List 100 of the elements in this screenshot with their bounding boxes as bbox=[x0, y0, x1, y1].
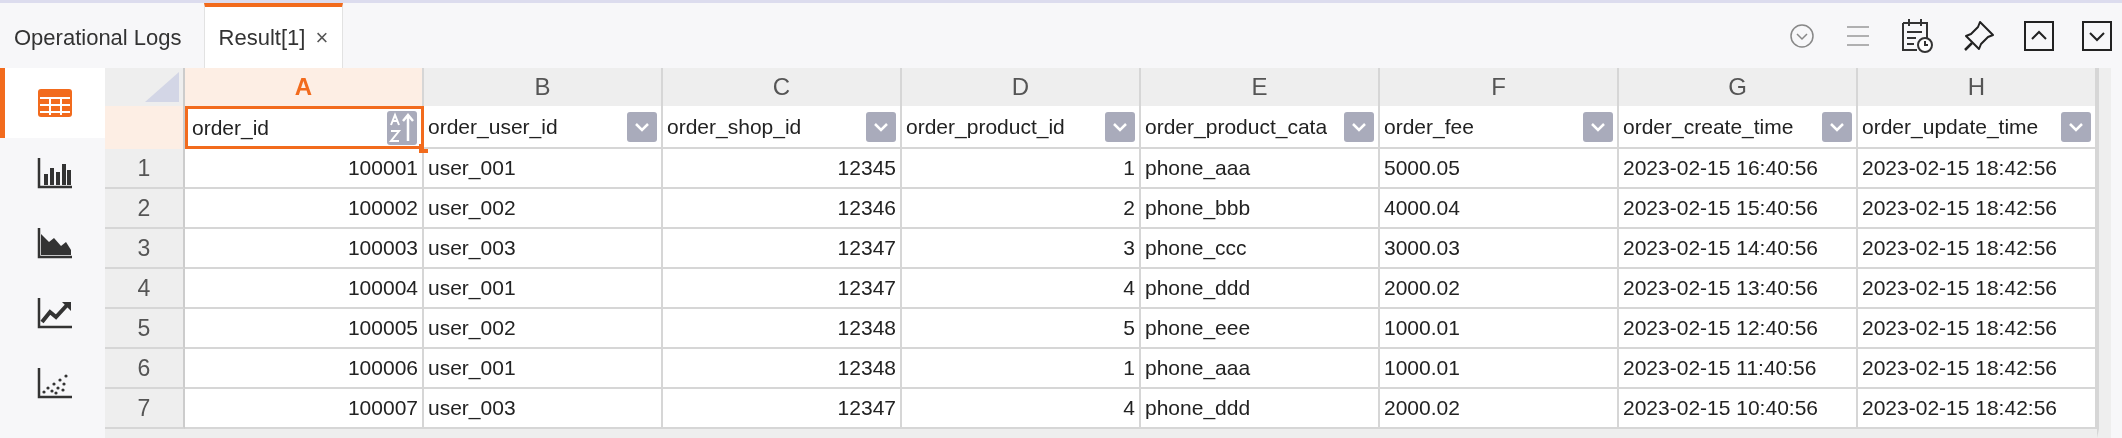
table-cell: 4 bbox=[902, 389, 1141, 429]
close-icon[interactable]: × bbox=[315, 24, 329, 51]
table-cell: phone_ddd bbox=[1141, 269, 1380, 309]
column-letter[interactable]: F bbox=[1380, 68, 1619, 106]
table-cell: user_001 bbox=[424, 269, 663, 309]
table-cell: 4000.04 bbox=[1380, 189, 1619, 229]
column-letter[interactable]: E bbox=[1141, 68, 1380, 106]
column-letter[interactable]: B bbox=[424, 68, 663, 106]
table-cell: phone_ccc bbox=[1141, 229, 1380, 269]
table-cell: 2000.02 bbox=[1380, 269, 1619, 309]
row-number[interactable]: 6 bbox=[105, 349, 185, 389]
row-number[interactable]: 3 bbox=[105, 229, 185, 269]
column-header[interactable]: order_shop_id bbox=[663, 106, 902, 149]
table-cell: user_003 bbox=[424, 229, 663, 269]
column-menu-button[interactable] bbox=[1344, 111, 1374, 142]
table-cell: 4 bbox=[902, 269, 1141, 309]
column-letter[interactable]: H bbox=[1858, 68, 2097, 106]
table-cell: 2023-02-15 11:40:56 bbox=[1619, 349, 1858, 389]
column-letter[interactable]: C bbox=[663, 68, 902, 106]
table-cell: 12348 bbox=[663, 309, 902, 349]
pin-icon[interactable] bbox=[1962, 18, 1996, 53]
table-cell: user_003 bbox=[424, 389, 663, 429]
row-number[interactable]: 5 bbox=[105, 309, 185, 349]
table-cell: 12346 bbox=[663, 189, 902, 229]
table-cell: phone_eee bbox=[1141, 309, 1380, 349]
row-number[interactable]: 2 bbox=[105, 189, 185, 229]
sort-icon[interactable] bbox=[387, 110, 417, 145]
table-cell: 2023-02-15 16:40:56 bbox=[1619, 149, 1858, 189]
chevron-down-icon bbox=[1828, 120, 1846, 133]
table-cell: 12345 bbox=[663, 149, 902, 189]
column-header[interactable]: order_create_time bbox=[1619, 106, 1858, 149]
table-cell: 1 bbox=[902, 349, 1141, 389]
column-header[interactable]: order_user_id bbox=[424, 106, 663, 149]
row-number[interactable]: 7 bbox=[105, 389, 185, 429]
column-header[interactable]: order_fee bbox=[1380, 106, 1619, 149]
table-cell: 100006 bbox=[185, 349, 424, 389]
tab[interactable]: Result[1] × bbox=[203, 3, 344, 68]
table-cell: phone_bbb bbox=[1141, 189, 1380, 229]
table-cell: 100003 bbox=[185, 229, 424, 269]
chevron-down-icon bbox=[872, 120, 890, 133]
view-switch[interactable] bbox=[0, 68, 105, 138]
table-cell: 100007 bbox=[185, 389, 424, 429]
table-cell: 2023-02-15 10:40:56 bbox=[1619, 389, 1858, 429]
column-menu-button[interactable] bbox=[2061, 111, 2091, 142]
scatter-chart-icon bbox=[36, 366, 74, 400]
table-cell: 1000.01 bbox=[1380, 349, 1619, 389]
chevron-down-icon bbox=[2067, 120, 2085, 133]
table-cell: 3 bbox=[902, 229, 1141, 269]
table-cell: 1000.01 bbox=[1380, 309, 1619, 349]
table-cell: 100004 bbox=[185, 269, 424, 309]
table-cell: 1 bbox=[902, 149, 1141, 189]
table-cell: phone_aaa bbox=[1141, 349, 1380, 389]
chevron-down-icon bbox=[1111, 120, 1129, 133]
table-cell: 2000.02 bbox=[1380, 389, 1619, 429]
table-cell: 12347 bbox=[663, 229, 902, 269]
bar-chart-icon bbox=[36, 156, 74, 190]
table-cell: 5000.05 bbox=[1380, 149, 1619, 189]
vertical-scrollbar[interactable] bbox=[2097, 68, 2111, 438]
table-cell: 2023-02-15 14:40:56 bbox=[1619, 229, 1858, 269]
table-cell: 12347 bbox=[663, 389, 902, 429]
table-cell: 5 bbox=[902, 309, 1141, 349]
column-menu-button[interactable] bbox=[866, 111, 896, 142]
table-cell: 2023-02-15 13:40:56 bbox=[1619, 269, 1858, 309]
table-cell: 100001 bbox=[185, 149, 424, 189]
row-number[interactable]: 1 bbox=[105, 149, 185, 189]
column-header[interactable]: order_product_id bbox=[902, 106, 1141, 149]
line-chart-icon bbox=[36, 296, 74, 330]
table-cell: user_001 bbox=[424, 149, 663, 189]
column-menu-button[interactable] bbox=[1822, 111, 1852, 142]
table-cell: user_001 bbox=[424, 349, 663, 389]
collapse-up-icon[interactable] bbox=[2024, 20, 2054, 51]
tab[interactable]: Operational Logs bbox=[0, 3, 196, 68]
calendar-clock-icon[interactable] bbox=[1900, 17, 1934, 54]
column-menu-button[interactable] bbox=[1583, 111, 1613, 142]
table-cell: 2023-02-15 15:40:56 bbox=[1619, 189, 1858, 229]
table-cell: user_002 bbox=[424, 189, 663, 229]
table-cell: 100005 bbox=[185, 309, 424, 349]
column-header[interactable]: order_product_cata bbox=[1141, 106, 1380, 149]
chevron-down-icon bbox=[633, 120, 651, 133]
area-chart-icon bbox=[36, 226, 74, 260]
chevron-down-icon bbox=[1350, 120, 1368, 133]
expand-down-icon[interactable] bbox=[2082, 20, 2112, 51]
column-menu-button[interactable] bbox=[627, 111, 657, 142]
column-header[interactable]: order_update_time bbox=[1858, 106, 2097, 149]
chevron-circle-icon[interactable] bbox=[1788, 21, 1816, 50]
table-cell: 2 bbox=[902, 189, 1141, 229]
column-menu-button[interactable] bbox=[1105, 111, 1135, 142]
column-letter[interactable]: D bbox=[902, 68, 1141, 106]
table-cell: phone_aaa bbox=[1141, 149, 1380, 189]
column-letter[interactable]: G bbox=[1619, 68, 1858, 106]
table-cell: 12347 bbox=[663, 269, 902, 309]
table-cell: phone_ddd bbox=[1141, 389, 1380, 429]
chevron-down-icon bbox=[1589, 120, 1607, 133]
table-cell: 12348 bbox=[663, 349, 902, 389]
table-cell: 3000.03 bbox=[1380, 229, 1619, 269]
table-cell: 100002 bbox=[185, 189, 424, 229]
menu-icon[interactable] bbox=[1844, 23, 1872, 48]
table-icon bbox=[36, 86, 74, 120]
row-number[interactable]: 4 bbox=[105, 269, 185, 309]
table-cell: 2023-02-15 12:40:56 bbox=[1619, 309, 1858, 349]
